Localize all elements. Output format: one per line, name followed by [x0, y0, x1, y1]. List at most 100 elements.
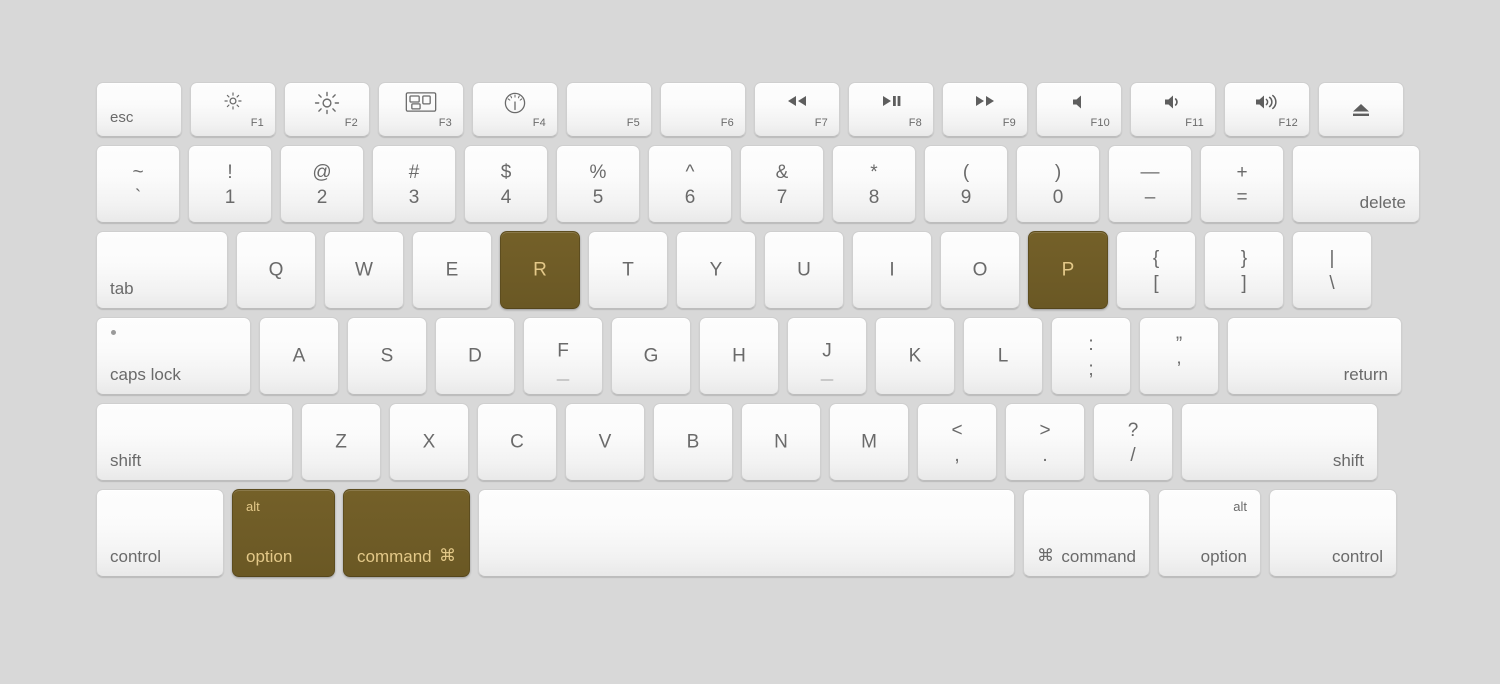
key-return[interactable]: return	[1227, 317, 1402, 395]
key-quote[interactable]: ” ’	[1139, 317, 1219, 395]
key-h[interactable]: H	[699, 317, 779, 395]
key-f8[interactable]: F8	[848, 82, 934, 137]
key-shift-right[interactable]: shift	[1181, 403, 1378, 481]
key-equal[interactable]: + =	[1200, 145, 1284, 223]
key-command-left-label: command	[357, 547, 432, 566]
key-f11[interactable]: F11	[1130, 82, 1216, 137]
key-gap	[1310, 82, 1318, 137]
key-seven[interactable]: & 7	[740, 145, 824, 223]
key-command-right-label: command	[1061, 547, 1136, 566]
homing-bar-icon	[820, 379, 834, 381]
key-one[interactable]: ! 1	[188, 145, 272, 223]
key-g[interactable]: G	[611, 317, 691, 395]
key-six[interactable]: ^ 6	[648, 145, 732, 223]
key-option-right-label: option	[1200, 547, 1247, 566]
key-f12[interactable]: F12	[1224, 82, 1310, 137]
key-n[interactable]: N	[741, 403, 821, 481]
key-bracket-left[interactable]: { [	[1116, 231, 1196, 309]
key-gap	[916, 145, 924, 223]
command-symbol-icon: ⌘	[439, 546, 456, 566]
key-esc-label: esc	[110, 109, 134, 126]
key-eject[interactable]	[1318, 82, 1404, 137]
key-three[interactable]: # 3	[372, 145, 456, 223]
key-y[interactable]: Y	[676, 231, 756, 309]
key-f6[interactable]: F6	[660, 82, 746, 137]
key-period[interactable]: > .	[1005, 403, 1085, 481]
key-slash[interactable]: ? /	[1093, 403, 1173, 481]
key-f9[interactable]: F9	[942, 82, 1028, 137]
key-control-right[interactable]: control	[1269, 489, 1397, 577]
key-f2[interactable]: F2	[284, 82, 370, 137]
key-j[interactable]: J	[787, 317, 867, 395]
key-gap	[746, 82, 754, 137]
key-backslash[interactable]: | \	[1292, 231, 1372, 309]
key-three-top-label: #	[408, 161, 420, 183]
key-comma-bottom-label: ,	[954, 444, 960, 466]
key-gap	[1216, 82, 1224, 137]
key-p[interactable]: P	[1028, 231, 1108, 309]
key-r-label: R	[533, 259, 547, 281]
key-x[interactable]: X	[389, 403, 469, 481]
key-gap	[180, 145, 188, 223]
key-w[interactable]: W	[324, 231, 404, 309]
key-i[interactable]: I	[852, 231, 932, 309]
key-shift-left[interactable]: shift	[96, 403, 293, 481]
key-f5[interactable]: F5	[566, 82, 652, 137]
key-two[interactable]: @ 2	[280, 145, 364, 223]
key-b[interactable]: B	[653, 403, 733, 481]
key-control-left[interactable]: control	[96, 489, 224, 577]
key-f10[interactable]: F10	[1036, 82, 1122, 137]
key-option-right-alt-label: alt	[1233, 499, 1247, 514]
key-c[interactable]: C	[477, 403, 557, 481]
key-gap	[934, 82, 942, 137]
key-comma[interactable]: < ,	[917, 403, 997, 481]
key-e[interactable]: E	[412, 231, 492, 309]
key-nine-bottom-label: 9	[960, 186, 972, 208]
key-f[interactable]: F	[523, 317, 603, 395]
key-gap	[293, 403, 301, 481]
key-f4[interactable]: F4	[472, 82, 558, 137]
key-f3[interactable]: F3	[378, 82, 464, 137]
key-command-left[interactable]: command ⌘	[343, 489, 470, 577]
key-space[interactable]	[478, 489, 1015, 577]
key-o[interactable]: O	[940, 231, 1020, 309]
key-minus[interactable]: — –	[1108, 145, 1192, 223]
key-zero[interactable]: ) 0	[1016, 145, 1100, 223]
key-caps-lock[interactable]: caps lock	[96, 317, 251, 395]
key-a[interactable]: A	[259, 317, 339, 395]
key-f1[interactable]: F1	[190, 82, 276, 137]
key-v-label: V	[598, 431, 612, 453]
key-m-label: M	[861, 431, 877, 453]
key-f7[interactable]: F7	[754, 82, 840, 137]
key-nine[interactable]: ( 9	[924, 145, 1008, 223]
key-bracket-right[interactable]: } ]	[1204, 231, 1284, 309]
key-tab[interactable]: tab	[96, 231, 228, 309]
key-semicolon[interactable]: : ;	[1051, 317, 1131, 395]
key-command-right[interactable]: ⌘ command	[1023, 489, 1150, 577]
key-s[interactable]: S	[347, 317, 427, 395]
key-k[interactable]: K	[875, 317, 955, 395]
key-z[interactable]: Z	[301, 403, 381, 481]
key-l[interactable]: L	[963, 317, 1043, 395]
key-t[interactable]: T	[588, 231, 668, 309]
key-q-label: Q	[268, 259, 284, 281]
key-delete[interactable]: delete	[1292, 145, 1420, 223]
key-five[interactable]: % 5	[556, 145, 640, 223]
key-option-left[interactable]: alt option	[232, 489, 335, 577]
key-eight[interactable]: * 8	[832, 145, 916, 223]
key-v[interactable]: V	[565, 403, 645, 481]
key-gap	[1008, 145, 1016, 223]
key-tilde[interactable]: ~ `	[96, 145, 180, 223]
key-gap	[1261, 489, 1269, 577]
key-q[interactable]: Q	[236, 231, 316, 309]
bottom-letter-row: shift Z X C V B N M < , > . ? / shift	[96, 403, 1406, 481]
key-f7-fn-label: F7	[814, 117, 828, 129]
key-gap	[821, 403, 829, 481]
key-option-right[interactable]: alt option	[1158, 489, 1261, 577]
key-esc[interactable]: esc	[96, 82, 182, 137]
key-m[interactable]: M	[829, 403, 909, 481]
key-r[interactable]: R	[500, 231, 580, 309]
key-four[interactable]: $ 4	[464, 145, 548, 223]
key-u[interactable]: U	[764, 231, 844, 309]
key-d[interactable]: D	[435, 317, 515, 395]
